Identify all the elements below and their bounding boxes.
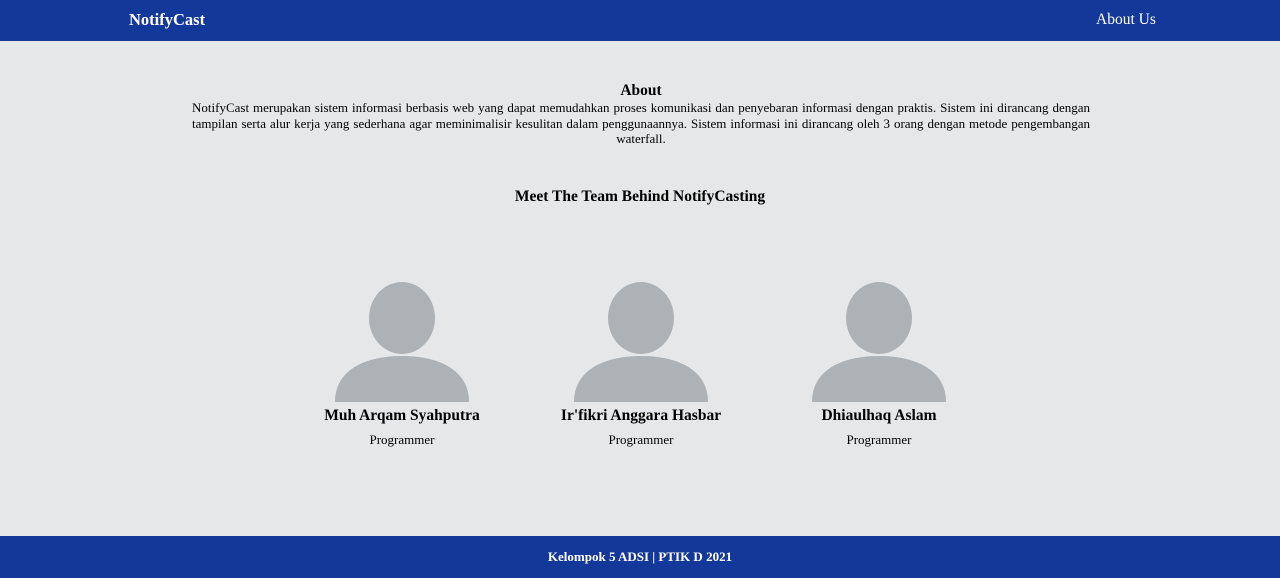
member-role: Programmer xyxy=(846,432,912,447)
team-member-card: Ir'fikri Anggara Hasbar Programmer xyxy=(531,282,751,448)
team-member-card: Dhiaulhaq Aslam Programmer xyxy=(769,282,989,448)
user-avatar-icon xyxy=(335,282,469,402)
about-text: NotifyCast merupakan sistem informasi be… xyxy=(192,100,1090,146)
user-avatar-icon xyxy=(812,282,946,402)
about-title: About xyxy=(620,82,662,99)
footer: Kelompok 5 ADSI | PTIK D 2021 xyxy=(0,536,1280,578)
member-name: Ir'fikri Anggara Hasbar xyxy=(560,407,722,424)
user-avatar-icon xyxy=(574,282,708,402)
team-member-card: Muh Arqam Syahputra Programmer xyxy=(292,282,512,448)
footer-text: Kelompok 5 ADSI | PTIK D 2021 xyxy=(547,549,733,564)
team-title: Meet The Team Behind NotifyCasting xyxy=(514,188,766,205)
nav-link-about-us[interactable]: About Us xyxy=(1096,11,1156,29)
about-section: About NotifyCast merupakan sistem inform… xyxy=(192,82,1090,147)
brand-logo[interactable]: NotifyCast xyxy=(129,10,205,30)
member-role: Programmer xyxy=(369,432,435,447)
member-name: Muh Arqam Syahputra xyxy=(324,407,480,424)
member-role: Programmer xyxy=(608,432,674,447)
member-name: Dhiaulhaq Aslam xyxy=(821,407,937,424)
navbar: NotifyCast About Us xyxy=(0,0,1280,41)
